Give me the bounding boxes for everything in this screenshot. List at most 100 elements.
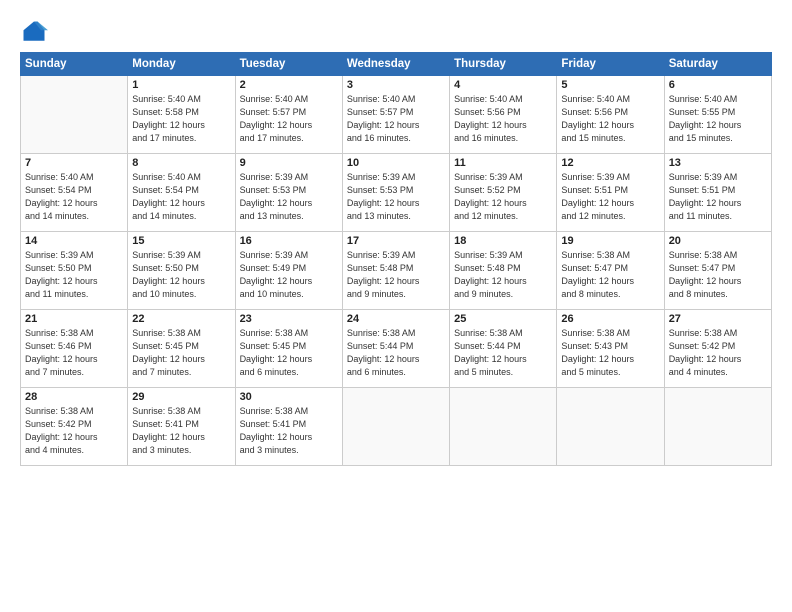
day-number: 8 (132, 157, 230, 169)
day-info: Sunrise: 5:40 AM Sunset: 5:58 PM Dayligh… (132, 93, 230, 145)
day-info: Sunrise: 5:38 AM Sunset: 5:42 PM Dayligh… (669, 327, 767, 379)
day-number: 9 (240, 157, 338, 169)
day-number: 2 (240, 79, 338, 91)
header (20, 18, 772, 46)
day-cell: 5 Sunrise: 5:40 AM Sunset: 5:56 PM Daylig… (557, 76, 664, 154)
day-info: Sunrise: 5:39 AM Sunset: 5:53 PM Dayligh… (240, 171, 338, 223)
day-info: Sunrise: 5:40 AM Sunset: 5:57 PM Dayligh… (240, 93, 338, 145)
day-number: 13 (669, 157, 767, 169)
day-cell: 19 Sunrise: 5:38 AM Sunset: 5:47 PM Dayli… (557, 232, 664, 310)
day-number: 15 (132, 235, 230, 247)
day-number: 23 (240, 313, 338, 325)
day-cell: 20 Sunrise: 5:38 AM Sunset: 5:47 PM Dayli… (664, 232, 771, 310)
day-info: Sunrise: 5:39 AM Sunset: 5:50 PM Dayligh… (132, 249, 230, 301)
day-info: Sunrise: 5:39 AM Sunset: 5:52 PM Dayligh… (454, 171, 552, 223)
day-cell: 29Sunrise: 5:38 AM Sunset: 5:41 PM Dayli… (128, 388, 235, 466)
header-cell-friday: Friday (557, 53, 664, 76)
logo (20, 18, 52, 46)
day-info: Sunrise: 5:40 AM Sunset: 5:54 PM Dayligh… (132, 171, 230, 223)
day-info: Sunrise: 5:38 AM Sunset: 5:45 PM Dayligh… (132, 327, 230, 379)
day-number: 20 (669, 235, 767, 247)
day-cell: 16Sunrise: 5:39 AM Sunset: 5:49 PM Dayli… (235, 232, 342, 310)
day-info: Sunrise: 5:39 AM Sunset: 5:53 PM Dayligh… (347, 171, 445, 223)
day-cell: 23 Sunrise: 5:38 AM Sunset: 5:45 PM Dayli… (235, 310, 342, 388)
day-number: 27 (669, 313, 767, 325)
day-number: 29 (132, 391, 230, 403)
header-row: SundayMondayTuesdayWednesdayThursdayFrid… (21, 53, 772, 76)
day-info: Sunrise: 5:39 AM Sunset: 5:48 PM Dayligh… (454, 249, 552, 301)
day-info: Sunrise: 5:39 AM Sunset: 5:49 PM Dayligh… (240, 249, 338, 301)
day-cell: 28 Sunrise: 5:38 AM Sunset: 5:42 PM Dayli… (21, 388, 128, 466)
day-number: 14 (25, 235, 123, 247)
day-info: Sunrise: 5:40 AM Sunset: 5:54 PM Dayligh… (25, 171, 123, 223)
header-cell-sunday: Sunday (21, 53, 128, 76)
day-cell: 15 Sunrise: 5:39 AM Sunset: 5:50 PM Dayli… (128, 232, 235, 310)
day-cell: 14 Sunrise: 5:39 AM Sunset: 5:50 PM Dayli… (21, 232, 128, 310)
page: SundayMondayTuesdayWednesdayThursdayFrid… (0, 0, 792, 612)
day-cell (342, 388, 449, 466)
day-number: 18 (454, 235, 552, 247)
week-row-1: 7Sunrise: 5:40 AM Sunset: 5:54 PM Daylig… (21, 154, 772, 232)
week-row-3: 21 Sunrise: 5:38 AM Sunset: 5:46 PM Dayli… (21, 310, 772, 388)
day-info: Sunrise: 5:39 AM Sunset: 5:51 PM Dayligh… (669, 171, 767, 223)
day-info: Sunrise: 5:40 AM Sunset: 5:56 PM Dayligh… (561, 93, 659, 145)
day-cell: 8 Sunrise: 5:40 AM Sunset: 5:54 PM Daylig… (128, 154, 235, 232)
day-number: 17 (347, 235, 445, 247)
day-info: Sunrise: 5:38 AM Sunset: 5:44 PM Dayligh… (454, 327, 552, 379)
day-info: Sunrise: 5:38 AM Sunset: 5:42 PM Dayligh… (25, 405, 123, 457)
day-info: Sunrise: 5:38 AM Sunset: 5:45 PM Dayligh… (240, 327, 338, 379)
day-cell: 1 Sunrise: 5:40 AM Sunset: 5:58 PM Daylig… (128, 76, 235, 154)
header-cell-saturday: Saturday (664, 53, 771, 76)
day-info: Sunrise: 5:38 AM Sunset: 5:41 PM Dayligh… (240, 405, 338, 457)
day-info: Sunrise: 5:38 AM Sunset: 5:47 PM Dayligh… (669, 249, 767, 301)
day-info: Sunrise: 5:39 AM Sunset: 5:48 PM Dayligh… (347, 249, 445, 301)
day-cell: 26 Sunrise: 5:38 AM Sunset: 5:43 PM Dayli… (557, 310, 664, 388)
day-number: 24 (347, 313, 445, 325)
day-cell: 17 Sunrise: 5:39 AM Sunset: 5:48 PM Dayli… (342, 232, 449, 310)
day-number: 4 (454, 79, 552, 91)
day-number: 25 (454, 313, 552, 325)
day-cell: 3Sunrise: 5:40 AM Sunset: 5:57 PM Daylig… (342, 76, 449, 154)
day-cell: 22 Sunrise: 5:38 AM Sunset: 5:45 PM Dayli… (128, 310, 235, 388)
day-cell: 18 Sunrise: 5:39 AM Sunset: 5:48 PM Dayli… (450, 232, 557, 310)
day-number: 10 (347, 157, 445, 169)
day-cell: 25 Sunrise: 5:38 AM Sunset: 5:44 PM Dayli… (450, 310, 557, 388)
day-info: Sunrise: 5:38 AM Sunset: 5:46 PM Dayligh… (25, 327, 123, 379)
header-cell-thursday: Thursday (450, 53, 557, 76)
day-info: Sunrise: 5:38 AM Sunset: 5:47 PM Dayligh… (561, 249, 659, 301)
week-row-4: 28 Sunrise: 5:38 AM Sunset: 5:42 PM Dayli… (21, 388, 772, 466)
day-number: 26 (561, 313, 659, 325)
day-cell (557, 388, 664, 466)
day-cell: 2 Sunrise: 5:40 AM Sunset: 5:57 PM Daylig… (235, 76, 342, 154)
day-number: 28 (25, 391, 123, 403)
day-cell (664, 388, 771, 466)
day-cell: 10 Sunrise: 5:39 AM Sunset: 5:53 PM Dayli… (342, 154, 449, 232)
day-number: 22 (132, 313, 230, 325)
day-cell: 7Sunrise: 5:40 AM Sunset: 5:54 PM Daylig… (21, 154, 128, 232)
day-info: Sunrise: 5:40 AM Sunset: 5:56 PM Dayligh… (454, 93, 552, 145)
logo-icon (20, 18, 48, 46)
day-number: 21 (25, 313, 123, 325)
day-info: Sunrise: 5:38 AM Sunset: 5:43 PM Dayligh… (561, 327, 659, 379)
day-cell: 30Sunrise: 5:38 AM Sunset: 5:41 PM Dayli… (235, 388, 342, 466)
day-number: 1 (132, 79, 230, 91)
day-cell: 9 Sunrise: 5:39 AM Sunset: 5:53 PM Daylig… (235, 154, 342, 232)
day-number: 19 (561, 235, 659, 247)
day-info: Sunrise: 5:38 AM Sunset: 5:44 PM Dayligh… (347, 327, 445, 379)
day-number: 12 (561, 157, 659, 169)
day-cell: 11 Sunrise: 5:39 AM Sunset: 5:52 PM Dayli… (450, 154, 557, 232)
day-cell: 13 Sunrise: 5:39 AM Sunset: 5:51 PM Dayli… (664, 154, 771, 232)
day-info: Sunrise: 5:39 AM Sunset: 5:50 PM Dayligh… (25, 249, 123, 301)
day-number: 6 (669, 79, 767, 91)
day-cell (450, 388, 557, 466)
day-cell (21, 76, 128, 154)
header-cell-monday: Monday (128, 53, 235, 76)
day-number: 5 (561, 79, 659, 91)
day-number: 11 (454, 157, 552, 169)
day-cell: 4 Sunrise: 5:40 AM Sunset: 5:56 PM Daylig… (450, 76, 557, 154)
day-cell: 27 Sunrise: 5:38 AM Sunset: 5:42 PM Dayli… (664, 310, 771, 388)
day-cell: 21 Sunrise: 5:38 AM Sunset: 5:46 PM Dayli… (21, 310, 128, 388)
header-cell-tuesday: Tuesday (235, 53, 342, 76)
week-row-0: 1 Sunrise: 5:40 AM Sunset: 5:58 PM Daylig… (21, 76, 772, 154)
day-info: Sunrise: 5:40 AM Sunset: 5:57 PM Dayligh… (347, 93, 445, 145)
